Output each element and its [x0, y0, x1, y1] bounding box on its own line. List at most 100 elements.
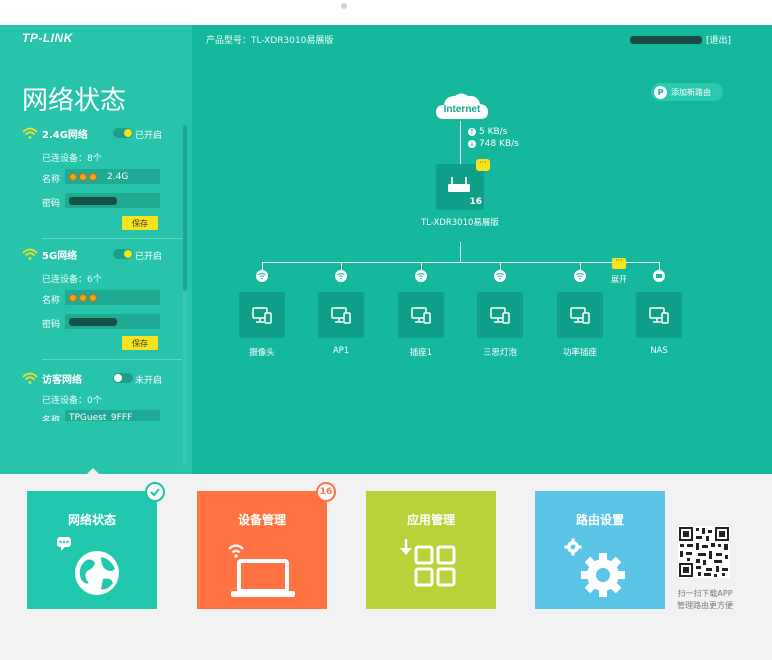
user-area: [退出]: [630, 33, 731, 46]
password-label: 密码: [42, 199, 61, 209]
browser-top-strip: [0, 0, 772, 25]
tile-label: 路由设置: [575, 513, 624, 527]
device-drop-line: [580, 262, 581, 270]
device-monitor-icon: [331, 307, 351, 324]
device-node-power-socket[interactable]: [557, 292, 603, 338]
tile-label: 应用管理: [406, 513, 455, 527]
download-speed-value: 748 KB/s: [479, 139, 519, 149]
network-status-sidebar: TP-LINK 网络状态 2.4G网络 已开启 已连设备：8个 名称 2.4G …: [0, 25, 192, 474]
wifi-icon: [22, 372, 38, 384]
main-panel: TP-LINK 网络状态 2.4G网络 已开启 已连设备：8个 名称 2.4G …: [0, 25, 772, 474]
connected-count: 已连设备：0个: [42, 396, 102, 406]
device-node-bulb[interactable]: [477, 292, 523, 338]
password-field[interactable]: [65, 193, 160, 208]
device-node-ap1[interactable]: [318, 292, 364, 338]
wifi-link-icon: [335, 270, 347, 282]
device-drop-line: [341, 262, 342, 270]
emoji-icon: [79, 293, 87, 302]
ssid-field[interactable]: TPGuest_9FFF: [65, 410, 160, 421]
ssid-label: 名称: [42, 175, 61, 185]
emoji-icon: [89, 172, 97, 181]
add-router-button[interactable]: P 添加新路由: [651, 83, 723, 101]
redacted-username: [630, 35, 702, 44]
router-device-count: 16: [469, 197, 482, 207]
connected-count: 已连设备：6个: [42, 275, 102, 285]
toggle-status: 已开启: [135, 131, 163, 141]
ssid-label: 名称: [42, 416, 61, 421]
tile-device-management[interactable]: 设备管理 16: [197, 482, 336, 609]
ssid-field[interactable]: [65, 290, 160, 305]
upload-speed: ↑ 5 KB/s: [468, 127, 507, 137]
active-check-icon: [145, 482, 165, 502]
device-label: 摄像头: [249, 348, 275, 358]
save-button[interactable]: 保存: [122, 336, 158, 350]
page-title: 网络状态: [22, 86, 127, 116]
router-plus-icon: P: [654, 85, 667, 99]
router-name: TL-XDR3010易展版: [421, 218, 499, 228]
globe-icon: [57, 537, 119, 595]
sidebar-scrollbar[interactable]: [183, 125, 187, 291]
device-label: AP1: [332, 346, 350, 356]
emoji-icon: [69, 293, 77, 302]
device-monitor-icon: [490, 307, 510, 324]
password-field[interactable]: [65, 314, 160, 329]
bottom-nav: 网络状态 设备管理 16 应用管理 路由设置 扫一扫下载APP 管理路由更方便: [0, 474, 772, 660]
toggle-status: 已开启: [135, 252, 163, 262]
expand-button[interactable]: ···: [612, 257, 626, 269]
wifi-icon: [22, 127, 38, 139]
logout-link[interactable]: [退出]: [706, 33, 731, 46]
emoji-icon: [79, 172, 87, 181]
tile-label: 网络状态: [67, 513, 116, 527]
connected-count: 已连设备：8个: [42, 154, 102, 164]
router-more-button[interactable]: ···: [476, 159, 490, 171]
device-drop-line: [262, 262, 263, 270]
download-arrow-icon: ↓: [468, 140, 476, 148]
emoji-icon: [89, 293, 97, 302]
internet-cloud-icon: [436, 93, 488, 119]
qr-caption-line1: 扫一扫下载APP: [677, 589, 733, 598]
network-name: 5G网络: [42, 250, 78, 262]
redacted-password: [69, 317, 117, 326]
upload-arrow-icon: ↑: [468, 128, 476, 136]
gear-icon: [564, 538, 625, 597]
upload-speed-value: 5 KB/s: [479, 127, 508, 137]
device-drop-line: [500, 262, 501, 270]
expand-label[interactable]: 展开: [611, 274, 627, 285]
toggle-status: 未开启: [135, 376, 163, 386]
wifi-icon: [22, 248, 38, 260]
wifi-link-icon: [256, 270, 268, 282]
ssid-field[interactable]: 2.4G: [65, 169, 160, 184]
device-label: 插座1: [409, 348, 433, 358]
laptop-icon: [228, 544, 295, 597]
trunk-line: [460, 242, 461, 262]
password-label: 密码: [42, 320, 61, 330]
divider: [42, 359, 182, 360]
device-node-camera[interactable]: [239, 292, 285, 338]
tile-router-settings[interactable]: 路由设置: [535, 491, 665, 609]
tile-network-status[interactable]: 网络状态: [27, 482, 165, 609]
device-node-nas[interactable]: [636, 292, 682, 338]
device-label: 功率插座: [562, 348, 597, 358]
guest-network-section: 访客网络 未开启 已连设备：0个 名称 TPGuest_9FFF: [22, 371, 182, 421]
tp-link-logo: TP-LINK: [22, 31, 73, 45]
download-speed: ↓ 748 KB/s: [468, 139, 519, 149]
ssid-value: TPGuest_9FFF: [69, 412, 133, 422]
guest-network-toggle[interactable]: [113, 373, 133, 383]
network-name: 访客网络: [42, 374, 82, 386]
save-button[interactable]: 保存: [122, 216, 158, 230]
device-monitor-icon: [411, 307, 431, 324]
device-drop-line: [659, 262, 660, 270]
redacted-password: [69, 196, 117, 205]
device-monitor-icon: [252, 307, 272, 324]
network-5g-toggle[interactable]: [113, 249, 133, 259]
device-node-socket1[interactable]: [398, 292, 444, 338]
wifi-link-icon: [415, 270, 427, 282]
model-label: 产品型号：TL-XDR3010易展版: [206, 36, 334, 46]
tile-app-management[interactable]: 应用管理: [366, 491, 496, 609]
network-2g-toggle[interactable]: [113, 128, 133, 138]
main-router-node[interactable]: 16 ···: [436, 159, 490, 210]
ssid-value: 2.4G: [107, 171, 129, 182]
divider: [42, 238, 182, 239]
device-count-badge: 16: [316, 482, 336, 502]
apps-grid-icon: [400, 539, 456, 587]
